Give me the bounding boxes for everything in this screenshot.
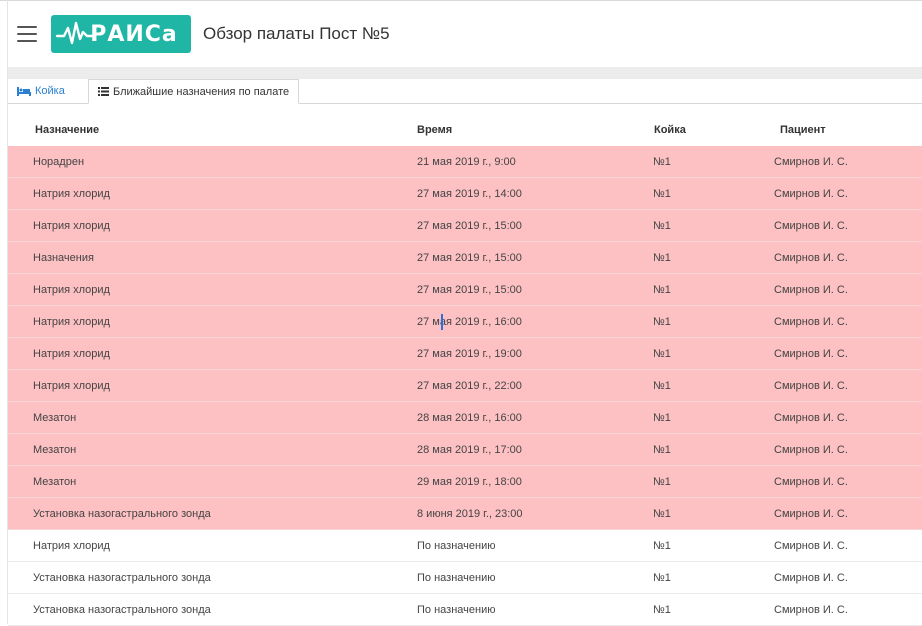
cell-prescription: Назначения bbox=[33, 251, 94, 264]
cell-time: 28 мая 2019 г., 16:00 bbox=[417, 411, 522, 424]
cell-bed: №1 bbox=[653, 187, 671, 200]
cell-bed: №1 bbox=[653, 571, 671, 584]
cell-time: 27 мая 2019 г., 14:00 bbox=[417, 187, 522, 200]
cell-time: По назначению bbox=[417, 603, 496, 616]
column-header-bed[interactable]: Койка bbox=[654, 114, 686, 146]
tab-beds-label: Койка bbox=[35, 85, 65, 97]
cell-patient: Смирнов И. С. bbox=[774, 219, 848, 232]
column-header-time[interactable]: Время bbox=[417, 114, 452, 146]
cell-time: 29 мая 2019 г., 18:00 bbox=[417, 475, 522, 488]
table-row[interactable]: Установка назогастрального зонда По назна… bbox=[8, 594, 922, 626]
cell-patient: Смирнов И. С. bbox=[774, 347, 848, 360]
table-row[interactable]: Норадрен 21 мая 2019 г., 9:00 №1 Смирнов И.… bbox=[8, 146, 922, 178]
cell-patient: Смирнов И. С. bbox=[774, 155, 848, 168]
cell-bed: №1 bbox=[653, 155, 671, 168]
cell-prescription: Натрия хлорид bbox=[33, 283, 110, 296]
cell-time: По назначению bbox=[417, 539, 496, 552]
page-title: Обзор палаты Пост №5 bbox=[203, 24, 390, 43]
cell-prescription: Натрия хлорид bbox=[33, 379, 110, 392]
tab-upcoming-prescriptions[interactable]: Ближайшие назначения по палате bbox=[88, 79, 300, 104]
table-row[interactable]: Натрия хлорид По назначению №1 Смирнов И. С… bbox=[8, 530, 922, 562]
cell-patient: Смирнов И. С. bbox=[774, 379, 848, 392]
app-header: РАИСа Обзор палаты Пост №5 bbox=[8, 1, 922, 67]
cell-time: 21 мая 2019 г., 9:00 bbox=[417, 155, 516, 168]
cell-bed: №1 bbox=[653, 347, 671, 360]
cell-patient: Смирнов И. С. bbox=[774, 539, 848, 552]
prescriptions-table: Норадрен 21 мая 2019 г., 9:00 №1 Смирнов И.… bbox=[8, 146, 922, 626]
table-row[interactable]: Установка назогастрального зонда 8 июня 2… bbox=[8, 498, 922, 530]
table-row[interactable]: Мезатон 28 мая 2019 г., 17:00 №1 Смирнов И.… bbox=[8, 434, 922, 466]
table-row[interactable]: Натрия хлорид 27 мая 2019 г., 19:00 №1 Смир… bbox=[8, 338, 922, 370]
table-row[interactable]: Натрия хлорид 27 мая 2019 г., 16:00 №1 Смир… bbox=[8, 306, 922, 338]
cell-time: 27 мая 2019 г., 15:00 bbox=[417, 219, 522, 232]
cell-prescription: Натрия хлорид bbox=[33, 539, 110, 552]
tab-upcoming-label: Ближайшие назначения по палате bbox=[113, 85, 290, 98]
cell-prescription: Натрия хлорид bbox=[33, 187, 110, 200]
cell-prescription: Мезатон bbox=[33, 411, 77, 424]
cell-patient: Смирнов И. С. bbox=[774, 187, 848, 200]
header-divider bbox=[8, 67, 922, 79]
cell-prescription: Установка назогастрального зонда bbox=[33, 603, 211, 616]
cell-patient: Смирнов И. С. bbox=[774, 411, 848, 424]
column-header-patient[interactable]: Пациент bbox=[780, 114, 826, 146]
cell-patient: Смирнов И. С. bbox=[774, 315, 848, 328]
list-icon bbox=[98, 87, 109, 96]
hamburger-menu-icon[interactable] bbox=[17, 26, 37, 42]
cell-prescription: Натрия хлорид bbox=[33, 315, 110, 328]
cell-patient: Смирнов И. С. bbox=[774, 443, 848, 456]
column-header-prescription[interactable]: Назначение bbox=[35, 114, 99, 146]
cell-bed: №1 bbox=[653, 219, 671, 232]
cell-patient: Смирнов И. С. bbox=[774, 251, 848, 264]
cell-time: По назначению bbox=[417, 571, 496, 584]
cell-patient: Смирнов И. С. bbox=[774, 283, 848, 296]
text-cursor bbox=[441, 314, 443, 330]
cell-bed: №1 bbox=[653, 475, 671, 488]
table-row[interactable]: Натрия хлорид 27 мая 2019 г., 22:00 №1 Смир… bbox=[8, 370, 922, 402]
cell-prescription: Натрия хлорид bbox=[33, 219, 110, 232]
cell-time: 27 мая 2019 г., 15:00 bbox=[417, 251, 522, 264]
cell-bed: №1 bbox=[653, 443, 671, 456]
table-row[interactable]: Мезатон 28 мая 2019 г., 16:00 №1 Смирнов И.… bbox=[8, 402, 922, 434]
cell-prescription: Норадрен bbox=[33, 155, 85, 168]
cell-bed: №1 bbox=[653, 539, 671, 552]
table-header: Назначение Время Койка Пациент bbox=[8, 114, 922, 146]
tab-beds[interactable]: Койка bbox=[8, 79, 74, 103]
cell-prescription: Установка назогастрального зонда bbox=[33, 571, 211, 584]
cell-time: 27 мая 2019 г., 15:00 bbox=[417, 283, 522, 296]
cell-bed: №1 bbox=[653, 507, 671, 520]
table-row[interactable]: Назначения 27 мая 2019 г., 15:00 №1 Смирнов… bbox=[8, 242, 922, 274]
cell-prescription: Натрия хлорид bbox=[33, 347, 110, 360]
cell-bed: №1 bbox=[653, 251, 671, 264]
cell-bed: №1 bbox=[653, 315, 671, 328]
table-row[interactable]: Установка назогастрального зонда По назна… bbox=[8, 562, 922, 594]
cell-bed: №1 bbox=[653, 603, 671, 616]
table-row[interactable]: Мезатон 29 мая 2019 г., 18:00 №1 Смирнов И.… bbox=[8, 466, 922, 498]
cell-patient: Смирнов И. С. bbox=[774, 507, 848, 520]
cell-time: 27 мая 2019 г., 22:00 bbox=[417, 379, 522, 392]
tab-bar: Койка Ближайшие назначения по палате bbox=[8, 79, 922, 104]
cell-bed: №1 bbox=[653, 379, 671, 392]
cell-patient: Смирнов И. С. bbox=[774, 571, 848, 584]
cell-time: 8 июня 2019 г., 23:00 bbox=[417, 507, 523, 520]
cell-prescription: Установка назогастрального зонда bbox=[33, 507, 211, 520]
logo-text: РАИСа bbox=[90, 21, 178, 47]
app-logo[interactable]: РАИСа bbox=[51, 15, 191, 53]
table-row[interactable]: Натрия хлорид 27 мая 2019 г., 15:00 №1 Смир… bbox=[8, 210, 922, 242]
cell-patient: Смирнов И. С. bbox=[774, 603, 848, 616]
table-row[interactable]: Натрия хлорид 27 мая 2019 г., 15:00 №1 Смир… bbox=[8, 274, 922, 306]
table-row[interactable]: Натрия хлорид 27 мая 2019 г., 14:00 №1 Смир… bbox=[8, 178, 922, 210]
cell-time: 27 мая 2019 г., 19:00 bbox=[417, 347, 522, 360]
cell-time: 28 мая 2019 г., 17:00 bbox=[417, 443, 522, 456]
cell-bed: №1 bbox=[653, 411, 671, 424]
cell-prescription: Мезатон bbox=[33, 475, 77, 488]
cell-bed: №1 bbox=[653, 283, 671, 296]
cell-time: 27 мая 2019 г., 16:00 bbox=[417, 315, 522, 328]
cell-patient: Смирнов И. С. bbox=[774, 475, 848, 488]
cell-prescription: Мезатон bbox=[33, 443, 77, 456]
bed-icon bbox=[17, 86, 31, 96]
